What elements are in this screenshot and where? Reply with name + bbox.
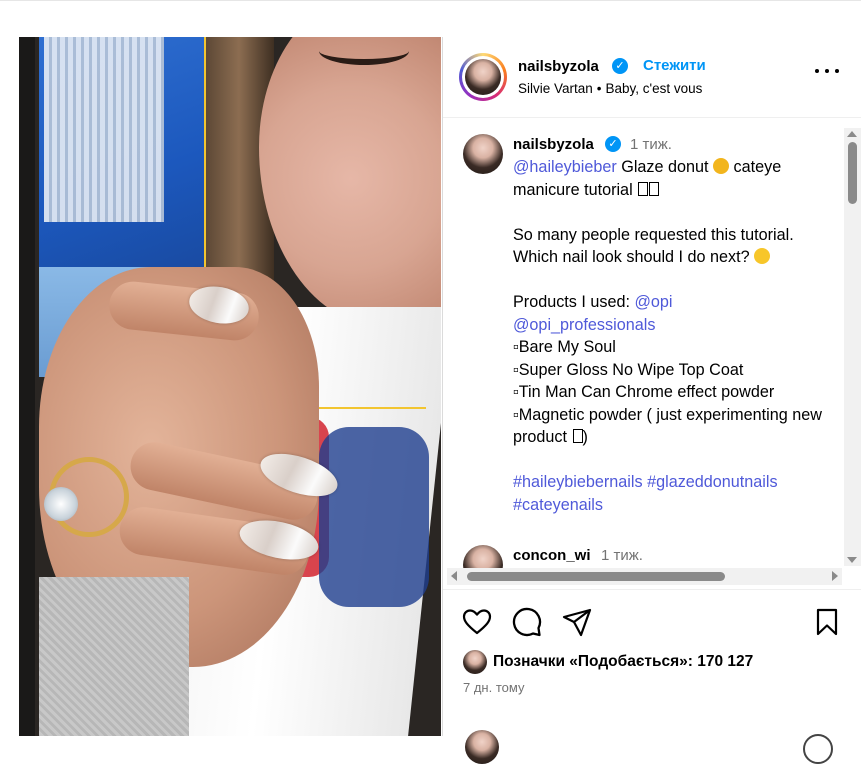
- post-date[interactable]: 7 дн. тому: [463, 680, 524, 695]
- scroll-up-arrow-icon[interactable]: [847, 131, 857, 137]
- follow-button[interactable]: Стежити: [643, 57, 706, 74]
- hashtag-link[interactable]: #haileybiebernails: [513, 473, 643, 491]
- mention-link[interactable]: @opi: [634, 293, 672, 311]
- horizontal-scroll-thumb[interactable]: [467, 572, 725, 581]
- mention-link[interactable]: @haileybieber: [513, 158, 617, 176]
- media-ring-gem: [44, 487, 78, 521]
- media-sweater: [39, 577, 189, 736]
- author-avatar: [465, 59, 501, 95]
- caption-username-link[interactable]: nailsbyzola: [513, 136, 594, 153]
- scroll-left-arrow-icon[interactable]: [451, 571, 457, 581]
- post-actions-bar: Позначки «Подобається»: 170 127 7 дн. то…: [443, 589, 861, 764]
- thinking-face-emoji-icon: [754, 248, 771, 264]
- caption-text: Products I used:: [513, 293, 630, 311]
- product-item: ▫Tin Man Can Chrome effect powder: [513, 383, 775, 401]
- audio-artist[interactable]: Silvie Vartan: [518, 81, 593, 96]
- emoji-picker-icon[interactable]: [803, 734, 833, 764]
- mention-link[interactable]: @opi_professionals: [513, 316, 655, 334]
- author-username-link[interactable]: nailsbyzola: [518, 58, 599, 75]
- commenter-username-link[interactable]: concon_wi: [513, 547, 591, 564]
- liker-avatar[interactable]: [463, 650, 487, 674]
- media-edge-strip: [19, 37, 35, 736]
- product-item: ▫Magnetic powder ( just experimenting ne…: [513, 405, 822, 447]
- more-horizontal-icon[interactable]: [815, 65, 839, 77]
- product-item: ▫Bare My Soul: [513, 338, 616, 356]
- post-media-image[interactable]: [19, 37, 441, 736]
- current-user-avatar: [465, 730, 499, 764]
- post-caption: @haileybieber Glaze donut cateye manicur…: [513, 156, 833, 516]
- horizontal-scrollbar[interactable]: [447, 568, 842, 585]
- verified-badge-icon: ✓: [612, 58, 628, 74]
- author-avatar-story-ring[interactable]: [459, 53, 507, 101]
- media-cup-logo-blue: [319, 427, 429, 607]
- bookmark-icon[interactable]: [811, 606, 843, 638]
- audio-track[interactable]: Baby, c'est vous: [606, 81, 703, 96]
- send-icon[interactable]: [561, 606, 593, 638]
- audio-separator: •: [596, 81, 602, 96]
- verified-badge-icon: ✓: [605, 136, 621, 152]
- browser-top-border: [0, 0, 861, 1]
- caption-timestamp[interactable]: 1 тиж.: [630, 136, 672, 153]
- audio-attribution[interactable]: Silvie Vartan • Baby, c'est vous: [518, 81, 702, 96]
- media-scarf: [44, 37, 164, 222]
- product-item-tail: ): [582, 428, 588, 446]
- hashtag-link[interactable]: #cateyenails: [513, 496, 603, 514]
- likes-count[interactable]: Позначки «Подобається»: 170 127: [493, 653, 753, 671]
- comments-section: nailsbyzola ✓ 1 тиж. @haileybieber Glaze…: [443, 118, 861, 588]
- comment-timestamp[interactable]: 1 тиж.: [601, 547, 643, 564]
- heart-icon[interactable]: [461, 606, 493, 638]
- missing-glyph-icon: [649, 181, 660, 196]
- comment-icon[interactable]: [511, 606, 543, 638]
- yellow-heart-emoji-icon: [713, 158, 730, 174]
- caption-author-avatar[interactable]: [463, 134, 503, 174]
- vertical-scrollbar[interactable]: [844, 128, 861, 566]
- scroll-right-arrow-icon[interactable]: [832, 571, 838, 581]
- vertical-scroll-thumb[interactable]: [848, 142, 857, 204]
- missing-glyph-icon: [572, 429, 583, 443]
- post-header: nailsbyzola ✓ Стежити Silvie Vartan • Baby…: [443, 37, 861, 118]
- product-item: ▫Super Gloss No Wipe Top Coat: [513, 360, 744, 379]
- hashtag-link[interactable]: #glazeddonutnails: [647, 473, 778, 491]
- scroll-down-arrow-icon[interactable]: [847, 557, 857, 563]
- caption-text: Glaze donut: [621, 158, 709, 176]
- caption-text: So many people requested this tutorial. …: [513, 225, 794, 267]
- post-side-panel: nailsbyzola ✓ Стежити Silvie Vartan • Baby…: [442, 37, 861, 764]
- missing-glyph-icon: [638, 181, 649, 196]
